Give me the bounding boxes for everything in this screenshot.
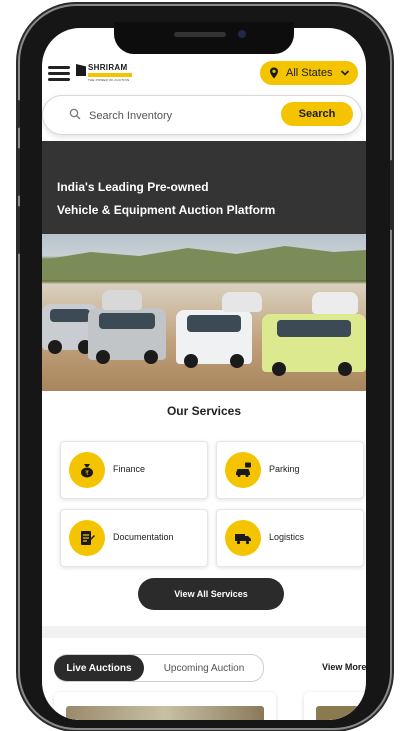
service-card-finance[interactable]: ₹ Finance	[60, 441, 208, 499]
search-bar: Search	[42, 95, 362, 135]
search-input[interactable]	[87, 105, 271, 127]
view-all-services-button[interactable]: View All Services	[138, 578, 284, 610]
truck-icon	[225, 520, 261, 556]
service-card-logistics[interactable]: Logistics	[216, 509, 364, 567]
car-shape	[102, 290, 142, 310]
service-label: Logistics	[269, 532, 305, 542]
car-shape	[262, 314, 366, 376]
hills-shape	[42, 246, 366, 280]
service-label: Parking	[269, 464, 300, 474]
hamburger-menu-icon[interactable]	[48, 66, 70, 82]
service-card-parking[interactable]: Parking	[216, 441, 364, 499]
logo-text: SHRIRAM	[88, 63, 128, 72]
auction-card[interactable]	[304, 692, 366, 720]
service-label: Finance	[113, 464, 146, 474]
services-heading: Our Services	[166, 404, 242, 418]
hero-headline-line1: India's Leading Pre-owned	[57, 180, 209, 194]
state-selector-button[interactable]: All States	[260, 61, 358, 85]
state-selector-label: All States	[286, 67, 333, 79]
section-divider	[42, 626, 366, 638]
search-button[interactable]: Search	[281, 102, 353, 126]
view-more-link[interactable]: View More	[322, 662, 366, 672]
auction-card[interactable]	[54, 692, 276, 720]
svg-text:₹: ₹	[85, 470, 89, 477]
car-parking-icon	[225, 452, 261, 488]
brand-logo[interactable]: SHRIRAM THE POWER OF AUCTION	[76, 62, 132, 84]
service-label: Documentation	[113, 532, 174, 542]
car-shape	[176, 310, 252, 368]
money-bag-icon: ₹	[69, 452, 105, 488]
tab-upcoming-auction[interactable]: Upcoming Auction	[149, 655, 259, 681]
hero-car-lot-image	[42, 234, 366, 391]
tab-live-auctions[interactable]: Live Auctions	[54, 655, 144, 681]
app-screen: SHRIRAM THE POWER OF AUCTION All States …	[42, 28, 366, 720]
hero-banner: India's Leading Pre-owned Vehicle & Equi…	[42, 141, 366, 391]
chevron-down-icon	[341, 70, 350, 76]
logo-bar	[88, 73, 132, 77]
car-shape	[88, 308, 166, 364]
logo-tagline: THE POWER OF AUCTION	[88, 78, 130, 82]
document-icon	[69, 520, 105, 556]
speaker-grille	[174, 32, 226, 37]
side-button	[17, 206, 20, 254]
location-pin-icon	[270, 67, 278, 79]
auction-card-image	[316, 706, 366, 720]
auction-card-image	[66, 706, 264, 720]
logo-mark	[76, 64, 86, 76]
car-shape	[222, 292, 262, 312]
hero-headline-line2: Vehicle & Equipment Auction Platform	[57, 203, 276, 217]
car-shape	[312, 292, 358, 314]
service-card-documentation[interactable]: Documentation	[60, 509, 208, 567]
side-button	[390, 160, 393, 230]
side-button	[17, 148, 20, 196]
side-button	[17, 100, 20, 128]
search-icon	[69, 108, 81, 120]
auction-tabs: Live Auctions Upcoming Auction	[54, 654, 264, 682]
phone-notch	[114, 22, 294, 54]
front-camera	[238, 30, 246, 38]
